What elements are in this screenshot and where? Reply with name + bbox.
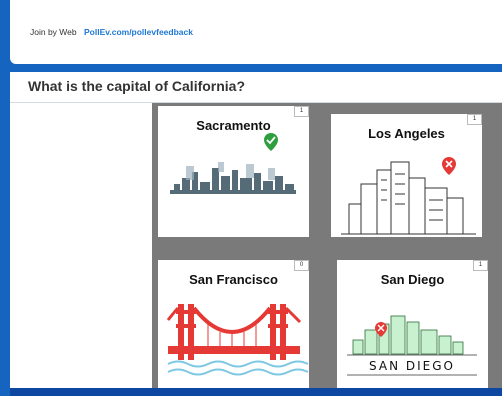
golden-gate-bridge-image — [166, 304, 309, 376]
bottom-edge — [10, 388, 502, 396]
choice-card-san-diego[interactable]: San Diego 1 SAN DIEGO — [337, 260, 488, 388]
x-pin-icon — [442, 157, 456, 175]
check-pin-icon — [264, 133, 278, 151]
choice-card-san-francisco[interactable]: San Francisco 0 — [158, 260, 309, 388]
question-title: What is the capital of California? — [28, 78, 246, 94]
image-choice-grid: Sacramento 1 Los Angeles 1 San Francisco… — [152, 103, 502, 388]
join-label: Join by Web — [30, 27, 77, 37]
join-url-link[interactable]: PollEv.com/pollevfeedback — [84, 27, 193, 37]
san-diego-skyline-image: SAN DIEGO — [347, 315, 477, 376]
sacramento-skyline-image — [170, 133, 296, 194]
choice-card-sacramento[interactable]: Sacramento 1 — [158, 106, 309, 237]
question-bar: What is the capital of California? — [10, 72, 502, 103]
san-diego-sign-text: SAN DIEGO — [369, 359, 455, 373]
los-angeles-skyline-image — [341, 157, 476, 235]
header-bar: Join by Web PollEv.com/pollevfeedback — [10, 0, 502, 64]
choice-card-los-angeles[interactable]: Los Angeles 1 — [331, 114, 482, 237]
join-instructions: Join by Web PollEv.com/pollevfeedback — [30, 27, 193, 37]
